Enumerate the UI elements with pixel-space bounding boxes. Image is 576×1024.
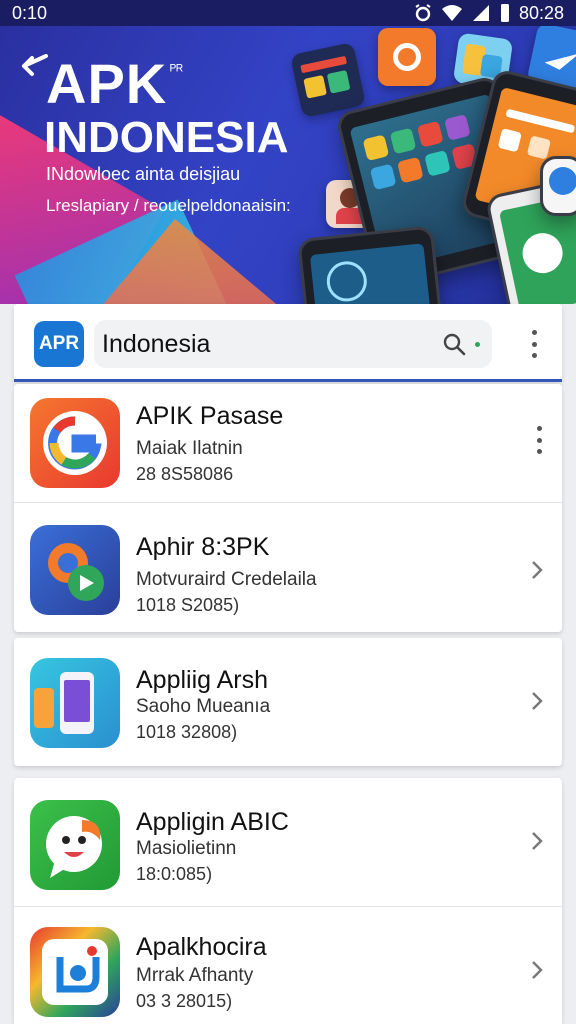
wifi-icon bbox=[441, 5, 462, 21]
list-item[interactable]: Apalkhocira Mrrak Afhanty 03 3 28015) bbox=[14, 906, 562, 1024]
app-meta: 28 8S58086 bbox=[136, 464, 234, 484]
status-bar: 0:10 80:28 bbox=[0, 0, 576, 26]
list-item[interactable]: Appligin ABIC Masiolietinn 18:0:085) bbox=[14, 778, 562, 906]
search-box[interactable]: Indonesia bbox=[94, 320, 492, 368]
hero-banner: APK ᴾᴿ INDONESIA INdowloec ainta deisjia… bbox=[0, 0, 576, 304]
floating-app-tile bbox=[378, 28, 436, 86]
media-app-icon bbox=[30, 927, 120, 1017]
chevron-right-icon[interactable] bbox=[530, 690, 544, 712]
hero-tagline: Lreslapiary / reouelpeldonaaisin: bbox=[46, 196, 291, 215]
app-meta: 18:0:085) bbox=[136, 864, 213, 884]
tablet-illustration bbox=[297, 225, 443, 304]
google-app-icon bbox=[30, 398, 120, 488]
status-time-left: 0:10 bbox=[12, 2, 48, 23]
alarm-icon bbox=[415, 4, 431, 22]
app-list-card: Appligin ABIC Masiolietinn 18:0:085) Apa… bbox=[14, 778, 562, 1024]
overflow-menu-icon[interactable] bbox=[529, 330, 539, 358]
battery-icon bbox=[500, 4, 509, 22]
phone-illustration bbox=[540, 156, 576, 216]
floating-app-tile bbox=[290, 42, 366, 118]
search-input[interactable]: Indonesia bbox=[102, 330, 210, 359]
signal-icon bbox=[472, 5, 489, 21]
app-list-card: Appliig Arsh Saoho Mueanıa 1018 32808) bbox=[14, 638, 562, 766]
hero-title-superscript: ᴾᴿ bbox=[170, 62, 184, 79]
app-name: Aphir 8:3PK bbox=[136, 533, 270, 561]
app-developer: Maiak Ilatnin bbox=[136, 438, 243, 459]
hero-title: APK bbox=[46, 52, 168, 115]
phone-app-icon bbox=[30, 658, 120, 748]
list-item[interactable]: Aphir 8:3PK Motvuraird Credelaila 1018 S… bbox=[14, 502, 562, 632]
app-meta: 1018 32808) bbox=[136, 722, 238, 742]
app-developer: Masiolietinn bbox=[136, 838, 237, 859]
app-meta: 03 3 28015) bbox=[136, 991, 233, 1011]
app-meta: 1018 S2085) bbox=[136, 595, 240, 615]
app-developer: Saoho Mueanıa bbox=[136, 696, 271, 717]
hero-subtitle: INdowloec ainta deisjiau bbox=[46, 164, 241, 184]
app-name: APIK Pasase bbox=[136, 402, 284, 430]
mic-indicator-icon bbox=[475, 342, 480, 347]
back-arrow-icon[interactable] bbox=[16, 52, 50, 78]
app-name: Appligin ABIC bbox=[136, 808, 289, 836]
app-name: Apalkhocira bbox=[136, 933, 267, 961]
chevron-right-icon[interactable] bbox=[530, 830, 544, 852]
item-menu-icon[interactable] bbox=[534, 426, 544, 454]
app-developer: Motvuraird Credelaila bbox=[136, 569, 317, 590]
status-time-right: 80:28 bbox=[518, 2, 564, 23]
list-item[interactable]: Appliig Arsh Saoho Mueanıa 1018 32808) bbox=[14, 638, 562, 766]
hero-title-country: INDONESIA bbox=[44, 113, 289, 162]
list-item[interactable]: APIK Pasase Maiak Ilatnin 28 8S58086 bbox=[14, 384, 562, 502]
app-logo[interactable]: APR bbox=[34, 321, 84, 367]
app-developer: Mrrak Afhanty bbox=[136, 965, 254, 986]
chat-app-icon bbox=[30, 800, 120, 890]
app-list-card: APIK Pasase Maiak Ilatnin 28 8S58086 Aph… bbox=[14, 384, 562, 632]
chevron-right-icon[interactable] bbox=[530, 559, 544, 581]
chevron-right-icon[interactable] bbox=[530, 959, 544, 981]
app-name: Appliig Arsh bbox=[136, 666, 269, 694]
search-icon[interactable] bbox=[442, 332, 466, 356]
search-header: APR Indonesia bbox=[14, 304, 562, 382]
app-icon bbox=[30, 525, 120, 615]
